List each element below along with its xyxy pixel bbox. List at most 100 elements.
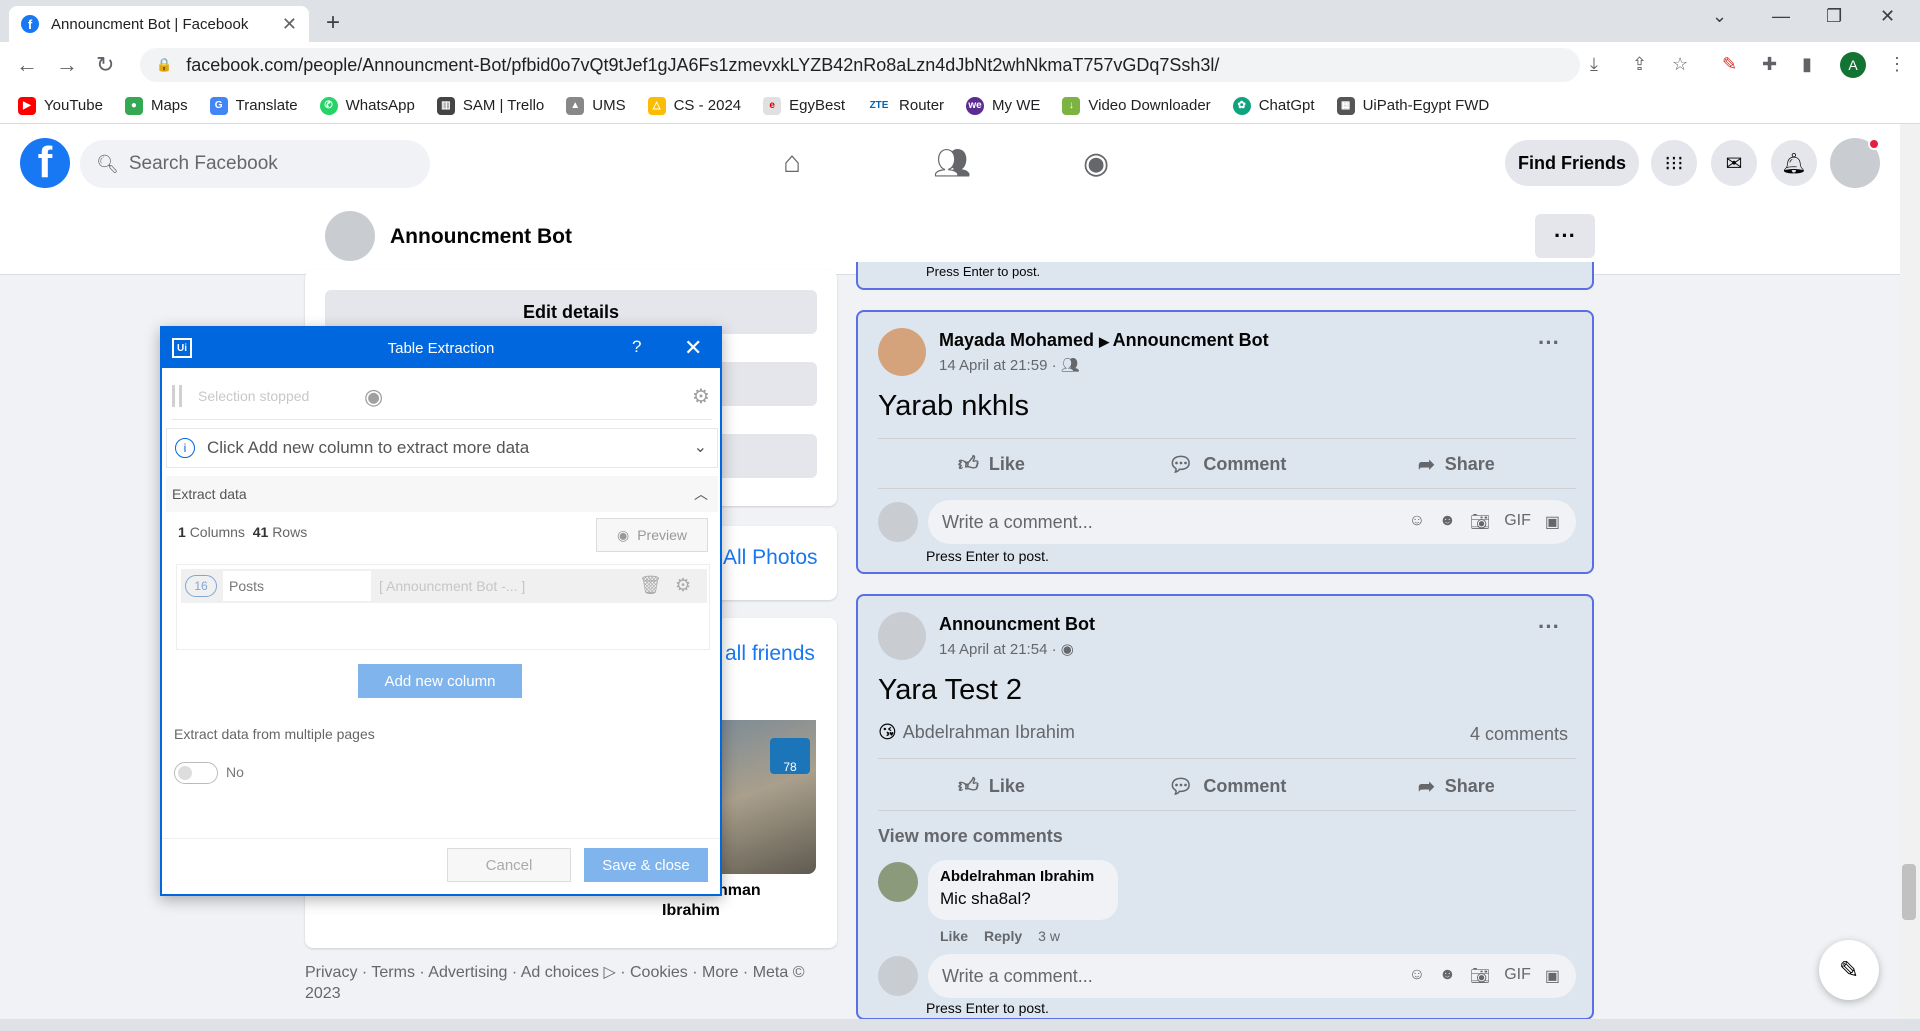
save-and-close-button[interactable]: Save & close [584,848,708,882]
new-message-compose-icon[interactable]: ✎ [1819,940,1879,1000]
facebook-search-input[interactable]: 🔍︎ Search Facebook [80,140,430,188]
avatar-sticker-icon[interactable]: ☺ [1409,512,1425,532]
side-panel-icon[interactable]: ▮ [1802,54,1812,75]
lock-icon[interactable]: 🔒 [156,57,172,73]
column-settings-gear-icon[interactable]: ⚙ [675,575,691,596]
tab-search-icon[interactable]: ⌄ [1712,6,1727,27]
column-name-input[interactable]: Posts [223,571,371,601]
comment-reply-link[interactable]: Reply [984,928,1022,944]
friend-photo[interactable]: 78 [720,720,816,874]
minimize-icon[interactable]: — [1772,6,1790,27]
post-author[interactable]: Announcment Bot [939,614,1095,635]
trash-icon[interactable]: 🗑︎ [639,575,662,596]
all-photos-link[interactable]: All Photos [723,546,818,570]
fb-footer-links[interactable]: Privacy · Terms · Advertising · Ad choic… [305,962,825,1004]
groups-icon[interactable]: ◉ [1083,146,1109,181]
emoji-icon[interactable]: ☻ [1439,966,1456,986]
new-tab-icon[interactable]: + [326,9,340,37]
bookmark-my-we[interactable]: we My WE [966,96,1040,115]
extensions-icon[interactable]: ✚ [1762,54,1777,75]
menu-grid-icon[interactable]: ⁝⁝⁝ [1651,140,1697,186]
cancel-button[interactable]: Cancel [447,848,571,882]
share-button[interactable]: ➦ Share [1418,774,1495,799]
account-avatar[interactable] [1830,138,1880,188]
pen-extension-icon[interactable]: ✎ [1722,54,1737,75]
bookmark-video-downloader[interactable]: ↓ Video Downloader [1062,96,1211,115]
sticker-icon[interactable]: ▣ [1545,512,1560,532]
reactions-summary[interactable]: 😘︎ Abdelrahman Ibrahim [878,722,1075,743]
post-options-icon[interactable]: ··· [1538,330,1560,356]
chevron-down-icon[interactable]: ⌄ [694,437,707,457]
commenter-avatar[interactable] [878,502,918,542]
reload-icon[interactable]: ↻ [96,52,114,78]
messenger-icon[interactable]: ✉ [1711,140,1757,186]
commenter-avatar[interactable] [878,956,918,996]
install-icon[interactable]: ⤓ [1590,54,1598,75]
extract-data-section-header[interactable]: Extract data ︿ [166,476,718,512]
comment-author-avatar[interactable] [878,862,918,902]
settings-gear-icon[interactable]: ⚙ [692,384,710,409]
bookmark-maps[interactable]: ● Maps [124,96,188,115]
bookmark-translate[interactable]: G Translate [209,96,298,115]
friend-name-line1[interactable]: hman [718,882,761,900]
camera-icon[interactable]: 📷︎ [1470,512,1490,532]
post-options-icon[interactable]: ··· [1538,614,1560,640]
like-button[interactable]: 👍︎ Like [958,452,1025,476]
profile-name[interactable]: Announcment Bot [390,225,572,249]
find-friends-button[interactable]: Find Friends [1505,140,1639,186]
browser-profile-avatar[interactable]: A [1840,52,1866,78]
help-icon[interactable]: ? [632,337,641,357]
bookmark-trello[interactable]: ▥ SAM | Trello [436,96,544,115]
comment-author[interactable]: Abdelrahman Ibrahim [940,868,1106,885]
friend-name-line2[interactable]: Ibrahim [662,902,720,920]
dialog-titlebar[interactable]: Ui Table Extraction ? ✕ [162,328,720,368]
comments-count[interactable]: 4 comments [1470,724,1568,745]
friends-icon[interactable]: 👥︎ [933,146,971,181]
share-icon[interactable]: ⇪ [1632,54,1647,75]
restore-icon[interactable]: ❐ [1826,6,1842,27]
emoji-icon[interactable]: ☻ [1439,512,1456,532]
notifications-bell-icon[interactable]: 🔔︎ [1771,140,1817,186]
dialog-close-icon[interactable]: ✕ [684,335,702,361]
bookmark-star-icon[interactable]: ☆ [1672,54,1688,75]
multi-pages-toggle[interactable] [174,762,218,784]
bookmark-cs-2024[interactable]: △ CS - 2024 [647,96,741,115]
post-meta[interactable]: 14 April at 21:59 · 👥︎ [939,356,1080,374]
comment-input[interactable]: Write a comment... ☺ ☻ 📷︎ GIF ▣ [928,954,1576,998]
home-icon[interactable]: ⌂ [783,146,801,180]
bookmark-youtube[interactable]: ▶ YouTube [18,96,103,115]
column-item[interactable]: 16 Posts [ Announcment Bot -... ] 🗑︎ ⚙ [181,569,707,603]
gif-icon[interactable]: GIF [1504,966,1531,986]
preview-button[interactable]: ◉ Preview [596,518,708,552]
pause-icon[interactable] [172,384,182,407]
all-friends-link[interactable]: all friends [725,642,815,666]
comment-button[interactable]: 💬︎ Comment [1168,452,1286,477]
comment-button[interactable]: 💬︎ Comment [1168,774,1286,799]
bookmark-whatsapp[interactable]: ✆ WhatsApp [319,96,415,115]
author-avatar[interactable] [878,612,926,660]
eye-icon[interactable]: ◉ [364,384,383,410]
facebook-logo-icon[interactable]: f [20,138,70,188]
tab-close-icon[interactable]: ✕ [282,14,297,35]
info-banner[interactable]: i Click Add new column to extract more d… [166,428,718,468]
bookmark-router[interactable]: ZTE Router [867,96,944,115]
page-scrollbar-thumb[interactable] [1902,864,1916,920]
bookmark-ums[interactable]: ▲ UMS [566,96,626,115]
post-meta[interactable]: 14 April at 21:54 · ◉ [939,640,1074,658]
post-author[interactable]: Mayada Mohamed ▶ Announcment Bot [939,330,1269,351]
author-avatar[interactable] [878,328,926,376]
browser-menu-icon[interactable]: ⋮ [1888,54,1906,75]
avatar-sticker-icon[interactable]: ☺ [1409,966,1425,986]
comment-input[interactable]: Write a comment... ☺ ☻ 📷︎ GIF ▣ [928,500,1576,544]
chevron-up-icon[interactable]: ︿ [694,484,708,504]
forward-icon[interactable]: → [56,52,78,78]
bookmark-uipath[interactable]: ▦ UiPath-Egypt FWD [1336,96,1489,115]
camera-icon[interactable]: 📷︎ [1470,966,1490,986]
bookmark-chatgpt[interactable]: ✿ ChatGpt [1232,96,1315,115]
window-close-icon[interactable]: ✕ [1880,6,1895,27]
share-button[interactable]: ➦ Share [1418,452,1495,477]
gif-icon[interactable]: GIF [1504,512,1531,532]
view-more-comments-link[interactable]: View more comments [878,826,1063,847]
sticker-icon[interactable]: ▣ [1545,966,1560,986]
browser-tab[interactable]: f Announcment Bot | Facebook ✕ [9,6,309,42]
